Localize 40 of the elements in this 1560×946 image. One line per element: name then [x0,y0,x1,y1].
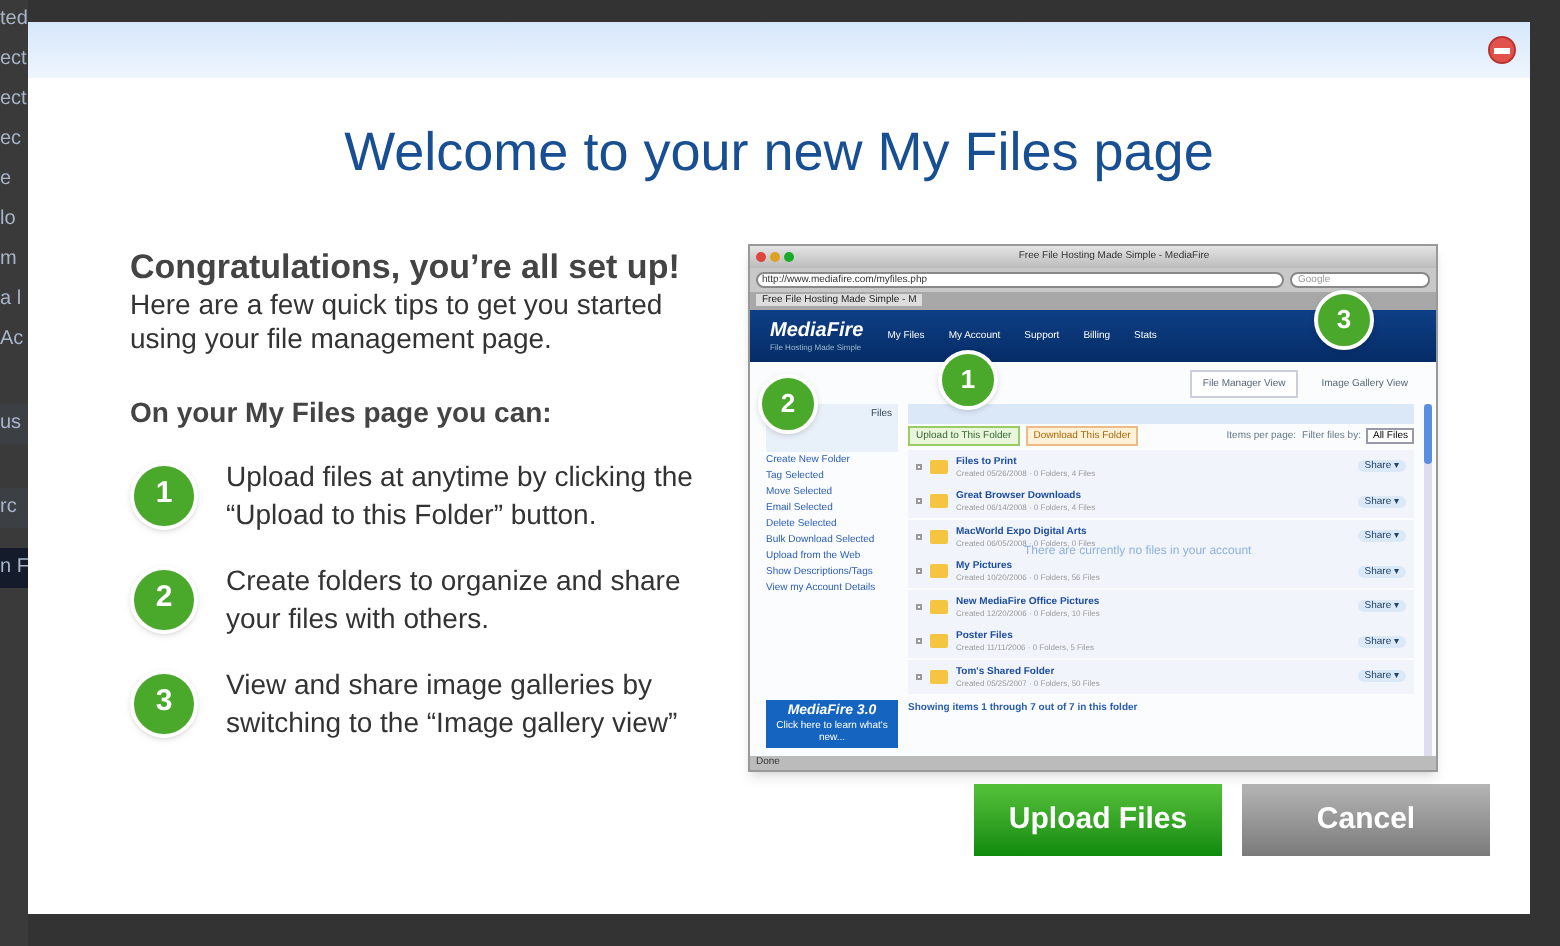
close-button[interactable] [1488,36,1516,64]
step-number: 2 [130,565,198,633]
tip-text: View and share image galleries by switching to the “Image gallery view” [226,665,680,741]
folder-icon [930,634,948,648]
checkbox-icon[interactable] [916,533,922,539]
folder-icon [930,599,948,613]
background-page-text: ect [0,46,28,74]
folder-icon [930,669,948,683]
background-page-text: m [0,246,19,274]
background-page-text: Ac [0,326,26,354]
subheading: On your My Files page you can: [130,393,554,432]
step-number: 3 [130,669,198,737]
checkbox-icon[interactable] [916,463,922,469]
close-icon [1494,47,1510,53]
background-page-text: a l [0,286,24,314]
folder-icon [930,494,948,508]
background-page-text: ect [0,86,28,114]
background-page-text: lo [0,206,18,234]
folder-icon [930,529,948,543]
background-page-text: us [0,404,28,444]
background-page-text: e [0,166,14,194]
checkbox-icon[interactable] [916,638,922,644]
background-page-text: ted [0,6,28,34]
step-number: 1 [130,461,198,529]
tip-text: Upload files at anytime by clicking the “Upload to this Folder” button. [226,457,695,533]
checkbox-icon[interactable] [916,603,922,609]
folder-icon [930,459,948,473]
background-page-text: n F [0,548,28,588]
checkbox-icon[interactable] [916,568,922,574]
background-page-text: ec [0,126,24,154]
site-logo: MediaFire [770,319,864,341]
heading: Congratulations, you’re all set up! [130,247,682,287]
checkbox-icon[interactable] [916,673,922,679]
folder-icon [930,564,948,578]
window-controls-icon [756,251,794,261]
dialog-title: Welcome to your new My Files page [342,120,1216,186]
checkbox-icon[interactable] [916,498,922,504]
tip-text: Create folders to organize and share your files with others. [226,561,683,637]
intro-text: Here are a few quick tips to get you started using your file management page. [130,287,665,355]
background-page-text: rc [0,488,28,528]
